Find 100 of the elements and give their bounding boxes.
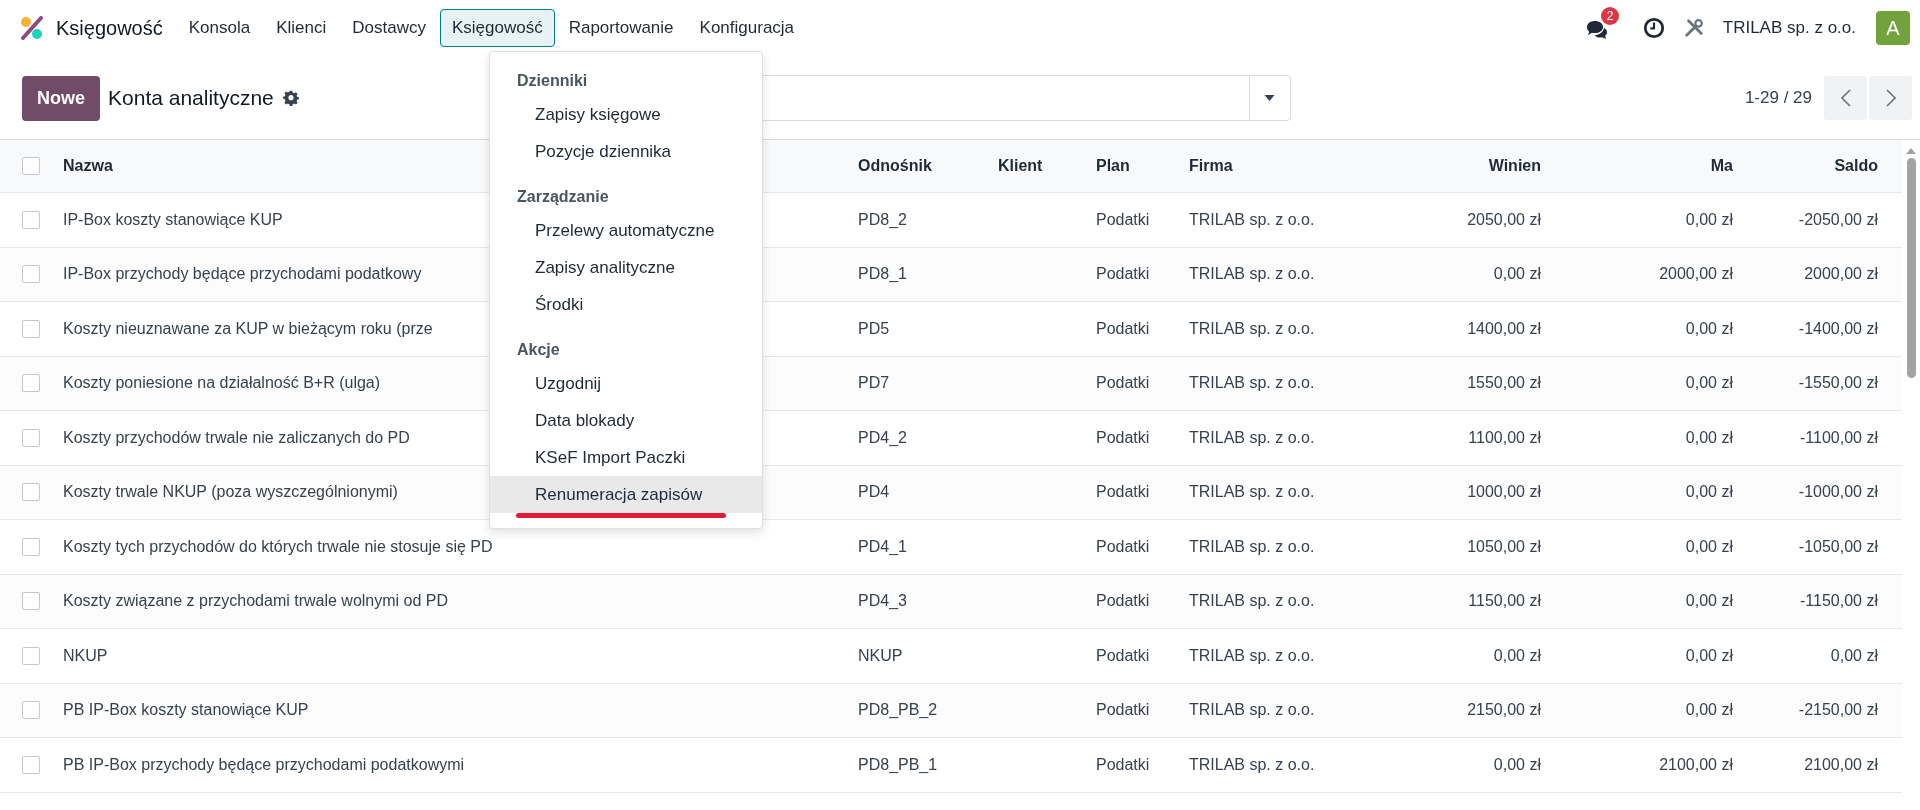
table-cell: 0,00 zł <box>1685 701 1733 719</box>
table-cell: Podatki <box>1096 537 1150 555</box>
column-header[interactable]: Odnośnik <box>858 157 932 174</box>
table-cell: -1100,00 zł <box>1800 428 1878 446</box>
column-header[interactable]: Nazwa <box>63 157 113 174</box>
chat-icon[interactable] <box>1584 19 1609 41</box>
table-cell: PD8_PB_2 <box>858 701 938 719</box>
app-logo-icon[interactable] <box>20 16 44 40</box>
row-checkbox[interactable] <box>22 483 40 502</box>
table-cell: Podatki <box>1096 483 1150 501</box>
row-checkbox[interactable] <box>22 428 40 447</box>
table-cell: 0,00 zł <box>1493 755 1541 773</box>
table-cell: 0,00 zł <box>1830 646 1878 664</box>
column-header[interactable]: Ma <box>1710 157 1733 174</box>
dropdown-menu-item[interactable]: KSeF Import Paczki <box>490 439 762 476</box>
table-cell: 0,00 zł <box>1685 319 1733 337</box>
table-cell: TRILAB sp. z o.o. <box>1189 592 1315 610</box>
table-cell: Podatki <box>1096 701 1150 719</box>
table-cell: PD4 <box>858 483 890 501</box>
table-cell: Podatki <box>1096 265 1150 283</box>
dropdown-menu-item[interactable]: Zapisy analityczne <box>490 249 762 286</box>
tools-icon[interactable] <box>1682 17 1705 39</box>
table-cell: 0,00 zł <box>1685 483 1733 501</box>
previous-page-button[interactable] <box>1824 76 1867 120</box>
clock-icon[interactable] <box>1642 17 1665 39</box>
scroll-up-icon[interactable] <box>1906 148 1916 154</box>
column-header[interactable]: Klient <box>998 157 1043 174</box>
message-count-badge: 2 <box>1600 7 1620 25</box>
table-cell: Koszty trwale NKUP (poza wyszczególnionymi) <box>63 483 398 501</box>
table-cell: PD8_2 <box>858 210 907 228</box>
table-cell: TRILAB sp. z o.o. <box>1189 319 1315 337</box>
nav-menu-item[interactable]: Klienci <box>264 9 339 47</box>
menu-section-header: Dzienniki <box>516 71 589 91</box>
table-cell: TRILAB sp. z o.o. <box>1189 265 1315 283</box>
row-checkbox[interactable] <box>22 265 40 284</box>
table-cell: 2100,00 zł <box>1659 755 1733 773</box>
menu-section-header: Akcje <box>516 340 561 360</box>
table-cell: -1150,00 zł <box>1800 592 1878 610</box>
new-button[interactable]: Nowe <box>22 75 100 121</box>
company-name[interactable]: TRILAB sp. z o.o. <box>1722 18 1856 38</box>
chevron-left-icon <box>1840 89 1851 107</box>
table-cell: Koszty przychodów trwale nie zaliczanych do PD <box>63 428 410 446</box>
table-cell: PB IP-Box koszty stanowiące KUP <box>63 701 309 719</box>
select-all-checkbox[interactable] <box>22 157 40 175</box>
row-checkbox[interactable] <box>22 646 40 665</box>
dropdown-menu-item[interactable]: Uzgodnij <box>490 365 762 402</box>
table-cell: Podatki <box>1096 319 1150 337</box>
column-header[interactable]: Firma <box>1189 157 1233 174</box>
table-cell: 0,00 zł <box>1685 592 1733 610</box>
pager-value[interactable]: 1-29 / 29 <box>1744 88 1812 108</box>
row-checkbox[interactable] <box>22 701 40 720</box>
row-checkbox[interactable] <box>22 592 40 611</box>
table-cell: -1400,00 zł <box>1798 319 1878 337</box>
nav-menu-item[interactable]: Konfiguracja <box>687 9 807 47</box>
table-cell: TRILAB sp. z o.o. <box>1189 701 1315 719</box>
column-header[interactable]: Plan <box>1096 157 1130 174</box>
settings-icon[interactable] <box>282 90 299 106</box>
table-cell: NKUP <box>858 646 903 664</box>
table-cell: TRILAB sp. z o.o. <box>1189 483 1315 501</box>
dropdown-menu-item[interactable]: Zapisy księgowe <box>490 96 762 133</box>
table-cell: TRILAB sp. z o.o. <box>1189 537 1315 555</box>
dropdown-menu-item[interactable]: Data blokady <box>490 402 762 439</box>
column-header[interactable]: Saldo <box>1834 157 1878 174</box>
table-cell: NKUP <box>63 646 108 664</box>
table-cell: TRILAB sp. z o.o. <box>1189 210 1315 228</box>
table-cell: 2000,00 zł <box>1659 265 1733 283</box>
row-checkbox[interactable] <box>22 374 40 393</box>
table-cell: 2150,00 zł <box>1467 701 1541 719</box>
nav-menu-item[interactable]: Konsola <box>176 9 263 47</box>
dropdown-menu-item[interactable]: Środki <box>490 286 762 323</box>
table-cell: PD4_2 <box>858 428 907 446</box>
table-cell: TRILAB sp. z o.o. <box>1189 755 1315 773</box>
table-cell: PD5 <box>858 319 890 337</box>
row-checkbox[interactable] <box>22 319 40 338</box>
table-cell: 0,00 zł <box>1685 537 1733 555</box>
next-page-button[interactable] <box>1869 76 1912 120</box>
table-cell: 2100,00 zł <box>1804 755 1878 773</box>
dropdown-menu-item[interactable]: Pozycje dziennika <box>490 133 762 170</box>
row-checkbox[interactable] <box>22 537 40 556</box>
table-cell: -2050,00 zł <box>1798 210 1878 228</box>
nav-menu-item[interactable]: Raportowanie <box>556 9 686 47</box>
table-cell: Podatki <box>1096 646 1150 664</box>
scrollbar-thumb[interactable] <box>1906 158 1916 378</box>
chevron-right-icon <box>1885 89 1896 107</box>
dropdown-menu-item[interactable]: Przelewy automatyczne <box>490 212 762 249</box>
table-cell: 1400,00 zł <box>1467 319 1541 337</box>
nav-menu-item[interactable]: Księgowość <box>439 9 555 47</box>
table-cell: PB IP-Box przychody będące przychodami podatkowymi <box>63 755 465 773</box>
table-cell: 1000,00 zł <box>1467 483 1541 501</box>
row-checkbox[interactable] <box>22 755 40 774</box>
row-checkbox[interactable] <box>22 210 40 229</box>
dropdown-menu-item[interactable]: Renumeracja zapisów <box>490 476 762 513</box>
column-header[interactable]: Winien <box>1488 157 1541 174</box>
table-cell: PD8_1 <box>858 265 907 283</box>
nav-menu-item[interactable]: Dostawcy <box>340 9 438 47</box>
table-cell: Podatki <box>1096 592 1150 610</box>
table-cell: 2000,00 zł <box>1804 265 1878 283</box>
table-cell: 1150,00 zł <box>1468 592 1541 610</box>
table-cell: 0,00 zł <box>1685 210 1733 228</box>
table-cell: PD4_3 <box>858 592 907 610</box>
